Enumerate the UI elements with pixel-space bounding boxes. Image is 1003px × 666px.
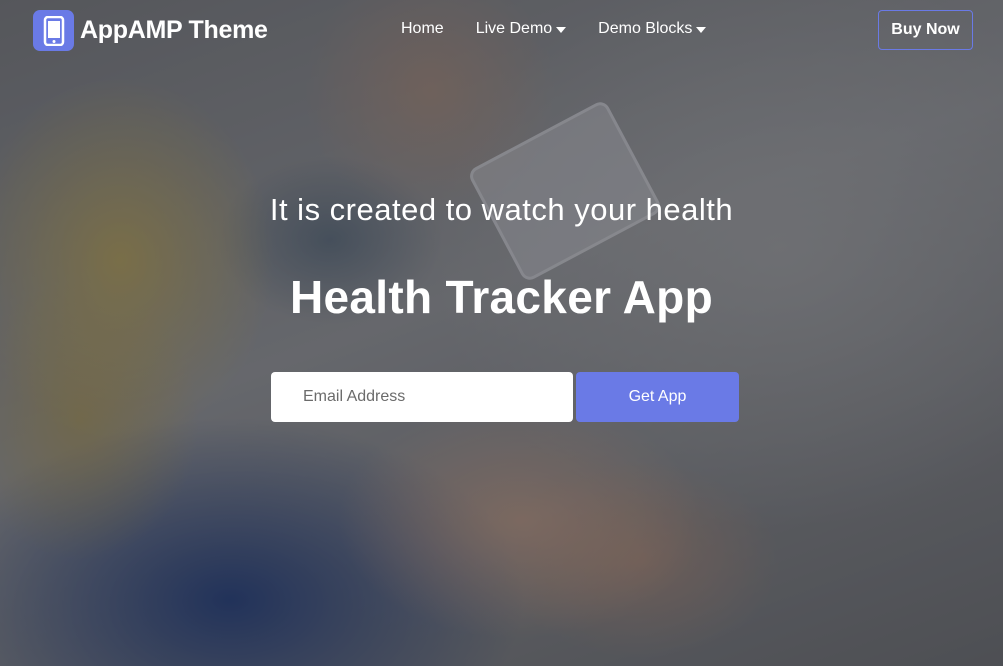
buy-now-button[interactable]: Buy Now: [878, 10, 973, 50]
brand-logo-link[interactable]: AppAMP Theme: [33, 10, 268, 51]
hero-tagline: It is created to watch your health: [269, 192, 734, 227]
brand-name: AppAMP Theme: [80, 16, 268, 44]
hero-section: AppAMP Theme Home Live Demo Demo Blocks …: [0, 0, 1003, 666]
caret-down-icon: [696, 27, 707, 33]
nav-demo-blocks[interactable]: Demo Blocks: [598, 20, 707, 38]
smartphone-icon: [33, 10, 74, 51]
get-app-button[interactable]: Get App: [576, 372, 739, 422]
main-nav: Home Live Demo Demo Blocks: [401, 20, 738, 38]
nav-home-label: Home: [401, 20, 444, 37]
nav-demo-blocks-label: Demo Blocks: [598, 20, 693, 37]
email-field[interactable]: [271, 372, 573, 422]
signup-form: Get App: [271, 372, 739, 422]
nav-home[interactable]: Home: [401, 20, 444, 38]
navbar: AppAMP Theme Home Live Demo Demo Blocks …: [0, 0, 1003, 62]
nav-live-demo[interactable]: Live Demo: [475, 20, 567, 38]
hero-title: Health Tracker App: [290, 271, 713, 323]
nav-live-demo-label: Live Demo: [475, 20, 553, 37]
hero-dark-overlay: [0, 0, 1003, 666]
caret-down-icon: [556, 27, 567, 33]
